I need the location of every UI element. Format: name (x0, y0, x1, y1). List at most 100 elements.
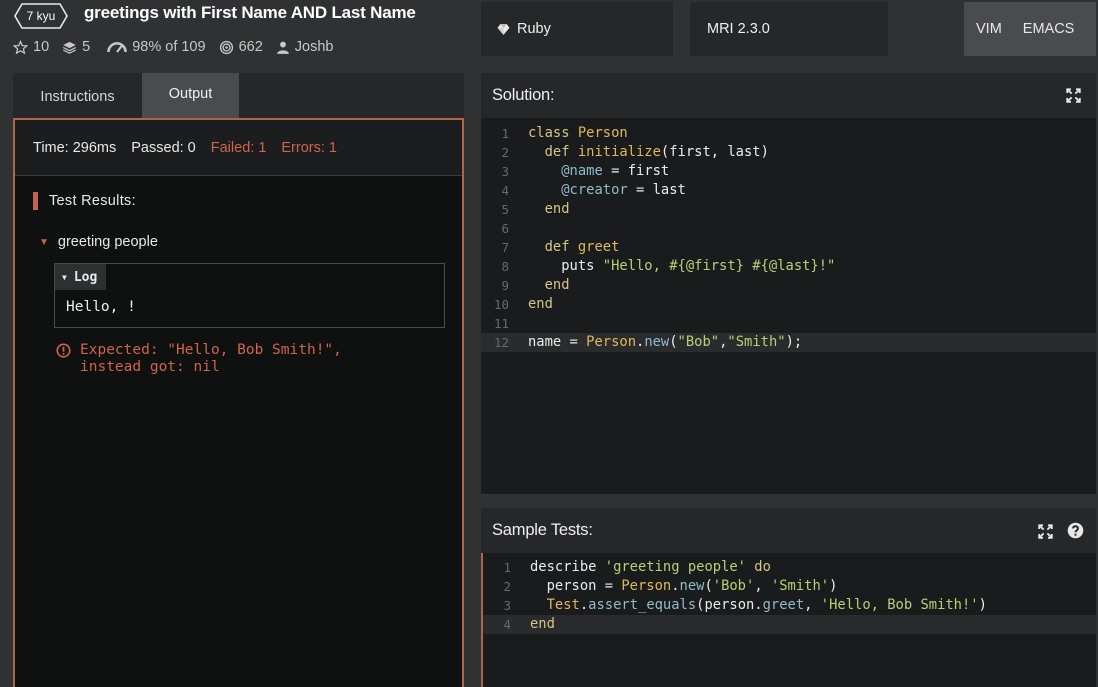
line-number: 3 (503, 598, 511, 613)
code-token: class (528, 125, 578, 141)
code-line[interactable]: 5 end (481, 200, 1096, 219)
code-token: person = (530, 578, 622, 594)
line-number: 4 (501, 183, 509, 198)
line-content: end (528, 295, 553, 314)
kyu-badge[interactable]: 7 kyu (14, 3, 68, 29)
line-number: 1 (501, 126, 509, 141)
line-content: end (528, 200, 570, 219)
completed-stat: 662 (219, 39, 263, 55)
code-line[interactable]: 4 @creator = last (481, 181, 1096, 200)
error-icon (56, 343, 71, 358)
satisfaction-votes: of 109 (165, 39, 206, 55)
error-expected: Expected: "Hello, Bob Smith!", (80, 342, 342, 358)
code-token: greet (577, 239, 620, 255)
line-number: 2 (503, 579, 511, 594)
test-errors: Errors: 1 (281, 139, 337, 156)
sample-tests-editor[interactable]: 1 describe 'greeting people' do 2 person =… (481, 553, 1096, 687)
code-token: 'Smith' (770, 578, 830, 594)
code-line[interactable]: 11 (481, 314, 1096, 333)
code-line[interactable]: 2 def initialize(first, last) (481, 143, 1096, 162)
tab-output[interactable]: Output (142, 73, 239, 118)
left-tab-bar: Instructions Output (13, 73, 464, 118)
code-token: greet (762, 597, 805, 613)
collapse-triangle-icon: ▼ (39, 236, 49, 248)
editor-mode-toggle: VIM EMACS (964, 2, 1096, 56)
test-group-name: greeting people (57, 234, 158, 250)
line-number: 9 (501, 278, 509, 293)
code-token: puts (528, 258, 603, 274)
line-number: 12 (493, 335, 509, 350)
code-line[interactable]: 4 end (483, 615, 1096, 634)
line-content: def greet (528, 238, 620, 257)
version-select[interactable]: MRI 2.3.0 (690, 2, 888, 56)
code-line[interactable]: 12 name = Person.new("Bob","Smith"); (481, 333, 1096, 352)
test-summary: Time: 296ms Passed: 0 Failed: 1 Errors: … (15, 120, 462, 176)
help-icon[interactable] (1067, 522, 1084, 539)
kata-stats: 10 5 98% of 109 662 Joshb (13, 38, 346, 56)
language-select[interactable]: Ruby (481, 2, 673, 56)
code-line[interactable]: 6 (481, 219, 1096, 238)
code-token: (first, last) (660, 144, 769, 160)
code-token: ) (978, 597, 987, 613)
code-token: , (804, 597, 821, 613)
collapse-triangle-icon: ▼ (62, 272, 67, 282)
sample-tests-header: Sample Tests: (481, 508, 1096, 553)
line-number: 5 (501, 202, 509, 217)
code-line[interactable]: 1 class Person (481, 124, 1096, 143)
line-content: describe 'greeting people' do (530, 558, 771, 577)
code-line[interactable]: 3 Test.assert_equals(person.greet, 'Hell… (483, 596, 1096, 615)
stars-stat[interactable]: 10 (13, 39, 49, 55)
code-token: assert_equals (588, 597, 697, 613)
code-line[interactable]: 7 def greet (481, 238, 1096, 257)
code-token: . (579, 597, 589, 613)
line-number: 4 (503, 617, 511, 632)
code-line[interactable]: 10 end (481, 295, 1096, 314)
emacs-mode-button[interactable]: EMACS (1002, 21, 1075, 37)
code-token: name = (528, 334, 587, 350)
code-token: initialize (577, 144, 661, 160)
code-token: Person (586, 334, 636, 350)
test-passed: Passed: 0 (131, 139, 196, 156)
code-token: new (679, 578, 705, 594)
collections-stat[interactable]: 5 (62, 39, 90, 55)
line-content: @name = first (528, 162, 669, 181)
line-number: 10 (493, 297, 509, 312)
line-content: @creator = last (528, 181, 686, 200)
code-token: ) (829, 578, 838, 594)
code-line[interactable]: 1 describe 'greeting people' do (483, 558, 1096, 577)
sample-tests-code: 1 describe 'greeting people' do 2 person =… (483, 558, 1096, 634)
code-line[interactable]: 2 person = Person.new('Bob', 'Smith') (483, 577, 1096, 596)
output-panel: Time: 296ms Passed: 0 Failed: 1 Errors: … (13, 118, 464, 687)
test-group[interactable]: ▼ greeting people (39, 234, 158, 250)
solution-editor[interactable]: 1 class Person 2 def initialize(first, las… (481, 118, 1096, 494)
vim-mode-button[interactable]: VIM (964, 21, 1002, 37)
line-content: Test.assert_equals(person.greet, 'Hello,… (530, 596, 987, 615)
line-content: def initialize(first, last) (528, 143, 769, 162)
fullscreen-icon[interactable] (1066, 88, 1081, 103)
code-token: 'greeting people' (604, 559, 746, 575)
line-number: 2 (501, 145, 509, 160)
kyu-label: 7 kyu (26, 9, 56, 23)
code-line[interactable]: 3 @name = first (481, 162, 1096, 181)
line-number: 8 (501, 259, 509, 274)
fullscreen-icon[interactable] (1038, 524, 1053, 539)
tab-instructions[interactable]: Instructions (13, 73, 142, 118)
code-token: "Hello, #{@first} #{@last}!" (602, 258, 836, 274)
code-line[interactable]: 9 end (481, 276, 1096, 295)
log-toggle[interactable]: ▼ Log (55, 264, 106, 290)
code-token: = first (602, 163, 670, 179)
code-line[interactable]: 8 puts "Hello, #{@first} #{@last}!" (481, 257, 1096, 276)
collections-count: 5 (82, 39, 91, 55)
results-marker (33, 192, 38, 210)
code-token: Person (621, 578, 672, 594)
code-token: "Smith" (727, 334, 786, 350)
log-label: Log (73, 269, 98, 285)
line-content: puts "Hello, #{@first} #{@last}!" (528, 257, 835, 276)
code-token: Test (546, 597, 580, 613)
log-output: Hello, ! (66, 299, 136, 315)
author-stat[interactable]: Joshb (276, 39, 333, 55)
code-token: ); (785, 334, 803, 350)
language-version: MRI 2.3.0 (707, 21, 770, 37)
